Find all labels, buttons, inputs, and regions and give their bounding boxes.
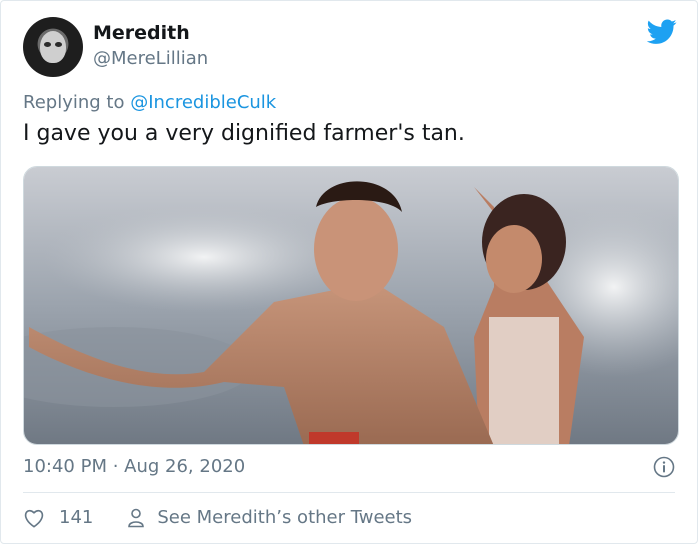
avatar-face [40,31,66,63]
tweet-card: Meredith @MereLillian Replying to @Incre… [0,0,698,544]
see-other-tweets-link[interactable]: See Meredith’s other Tweets [127,507,412,528]
heart-icon [24,509,44,528]
avatar[interactable] [23,17,83,77]
reply-context: Replying to @IncredibleCulk [23,92,276,113]
info-icon[interactable] [653,456,675,478]
photo-beach-scene [24,167,678,444]
tweet-timestamp[interactable]: 10:40 PM · Aug 26, 2020 [23,456,245,477]
tweet-media-image[interactable] [23,166,679,445]
divider [23,492,675,493]
person-icon [128,508,145,527]
twitter-bird-icon[interactable] [647,19,677,45]
reply-prefix: Replying to [23,92,131,113]
author-name[interactable]: Meredith [93,22,190,44]
reply-mention-link[interactable]: @IncredibleCulk [130,92,276,113]
like-button[interactable]: 141 [23,507,93,528]
tweet-text: I gave you a very dignified farmer's tan… [23,121,465,146]
avatar-eye-right [55,42,62,47]
tweet-actions: 141 See Meredith’s other Tweets [23,507,412,528]
author-handle[interactable]: @MereLillian [93,48,208,69]
see-other-tweets-label: See Meredith’s other Tweets [157,507,413,528]
avatar-eye-left [44,42,51,47]
like-count: 141 [59,507,94,528]
